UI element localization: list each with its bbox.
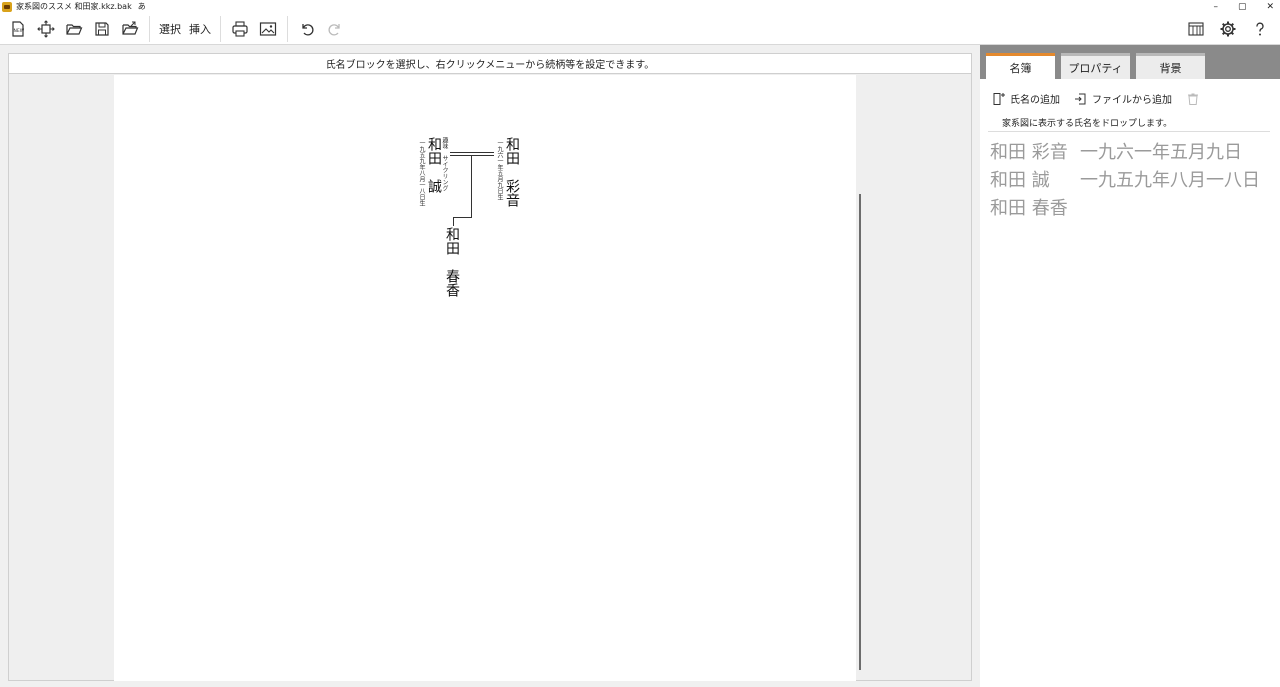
question-icon — [1256, 22, 1264, 36]
canvas-hint: 氏名ブロックを選択し、右クリックメニューから続柄等を設定できます。 — [9, 54, 971, 74]
drop-hint: 家系図に表示する氏名をドロップします。 — [1002, 119, 1173, 129]
trash-icon — [1188, 93, 1198, 105]
roster-item[interactable]: 和田 春香 — [990, 194, 1278, 222]
toolbar-separator — [220, 15, 221, 42]
descent-line — [453, 217, 454, 226]
image-icon — [259, 21, 277, 36]
folder-open-icon — [66, 23, 83, 35]
wife-surname: 和田 — [504, 137, 520, 165]
roster-list: 和田 彩音 一九六一年五月九日 和田 誠 一九五九年八月一八日 和田 春香 — [990, 138, 1278, 222]
close-button[interactable]: ✕ — [1266, 2, 1274, 12]
gear-icon — [1220, 21, 1236, 37]
marriage-line — [450, 155, 494, 156]
husband-name-block[interactable]: 和田 誠 — [426, 137, 442, 193]
ime-indicator: あ — [137, 2, 146, 11]
vertical-scrollbar[interactable] — [859, 194, 861, 670]
roster-item[interactable]: 和田 誠 一九五九年八月一八日 — [990, 166, 1278, 194]
child-name-block[interactable]: 和田 春香 — [444, 227, 460, 297]
husband-birthdate: 一九五九年八月一八日生 — [418, 140, 425, 206]
settings-button[interactable] — [1214, 15, 1242, 43]
canvas-area: 氏名ブロックを選択し、右クリックメニューから続柄等を設定できます。 和田 誠 一… — [8, 53, 972, 681]
family-tree-paper[interactable]: 和田 誠 一九五九年八月一八日生 趣味 サイクリング 和田 彩音 一九六一年五月… — [114, 75, 856, 681]
husband-note: 趣味 サイクリング — [441, 137, 448, 191]
redo-button[interactable] — [321, 15, 349, 43]
roster-item-date: 一九六一年五月九日 — [1080, 142, 1242, 163]
wife-given: 彩音 — [504, 179, 520, 207]
save-as-button[interactable] — [116, 15, 144, 43]
minimize-button[interactable]: – — [1213, 2, 1218, 12]
undo-button[interactable] — [293, 15, 321, 43]
save-disk-icon — [95, 21, 109, 36]
tab-background[interactable]: 背景 — [1136, 53, 1205, 79]
new-file-icon: NEW — [12, 20, 25, 37]
add-document-icon — [993, 92, 1005, 105]
window-controls: – ▢ ✕ — [1213, 0, 1274, 13]
toolbar-separator — [287, 15, 288, 42]
help-button[interactable] — [1246, 15, 1274, 43]
child-surname: 和田 — [444, 227, 460, 255]
wife-name-block[interactable]: 和田 彩音 — [504, 137, 520, 207]
new-badge: NEW — [14, 28, 25, 34]
roster-actions: 氏名の追加 ファイルから追加 — [992, 91, 1200, 106]
tab-properties[interactable]: プロパティ — [1061, 53, 1130, 79]
folder-export-icon — [122, 21, 139, 35]
select-button[interactable]: 選択 — [155, 15, 185, 43]
wife-birthdate: 一九六一年五月九日生 — [496, 140, 503, 200]
layout-button[interactable] — [1182, 15, 1210, 43]
app-icon — [2, 1, 12, 12]
open-button[interactable] — [60, 15, 88, 43]
husband-surname: 和田 — [426, 137, 442, 165]
print-button[interactable] — [226, 15, 254, 43]
descent-line — [453, 217, 472, 218]
restore-button[interactable]: ▢ — [1238, 2, 1247, 12]
move-arrows-icon — [37, 19, 55, 38]
delete-button[interactable] — [1186, 92, 1200, 106]
grid-layout-icon — [1188, 22, 1204, 36]
child-given: 春香 — [444, 269, 460, 297]
import-file-icon — [1075, 93, 1086, 104]
printer-icon — [232, 20, 248, 37]
husband-given: 誠 — [426, 179, 442, 193]
descent-line — [471, 156, 472, 218]
undo-icon — [302, 23, 314, 35]
toolbar-separator — [149, 15, 150, 42]
add-name-label: 氏名の追加 — [1010, 95, 1060, 106]
toolbar: NEW 選択 挿入 — [0, 13, 1280, 45]
sidebar-tabs: 名簿 プロパティ 背景 — [980, 45, 1280, 80]
title-bar: 家系図のススメ 和田家.kkz.bak あ – ▢ ✕ — [0, 0, 1280, 13]
add-from-file-button[interactable]: ファイルから追加 — [1074, 91, 1172, 106]
export-image-button[interactable] — [254, 15, 282, 43]
add-from-file-label: ファイルから追加 — [1092, 95, 1172, 106]
tab-roster[interactable]: 名簿 — [986, 53, 1055, 80]
right-sidebar: 名簿 プロパティ 背景 氏名の追加 ファイルから追加 家系図に表示する氏名をドロ… — [980, 45, 1280, 687]
add-name-button[interactable]: 氏名の追加 — [992, 91, 1060, 106]
insert-button[interactable]: 挿入 — [185, 15, 215, 43]
new-file-button[interactable]: NEW — [4, 15, 32, 43]
save-button[interactable] — [88, 15, 116, 43]
roster-item-date: 一九五九年八月一八日 — [1080, 170, 1260, 191]
roster-item-name: 和田 彩音 — [990, 142, 1068, 163]
roster-item-name: 和田 春香 — [990, 198, 1068, 219]
marriage-line — [450, 152, 494, 153]
redo-icon — [328, 23, 340, 35]
roster-item-name: 和田 誠 — [990, 170, 1050, 191]
roster-item[interactable]: 和田 彩音 一九六一年五月九日 — [990, 138, 1278, 166]
window-title: 家系図のススメ 和田家.kkz.bak — [16, 2, 132, 11]
divider — [988, 131, 1270, 132]
move-button[interactable] — [32, 15, 60, 43]
